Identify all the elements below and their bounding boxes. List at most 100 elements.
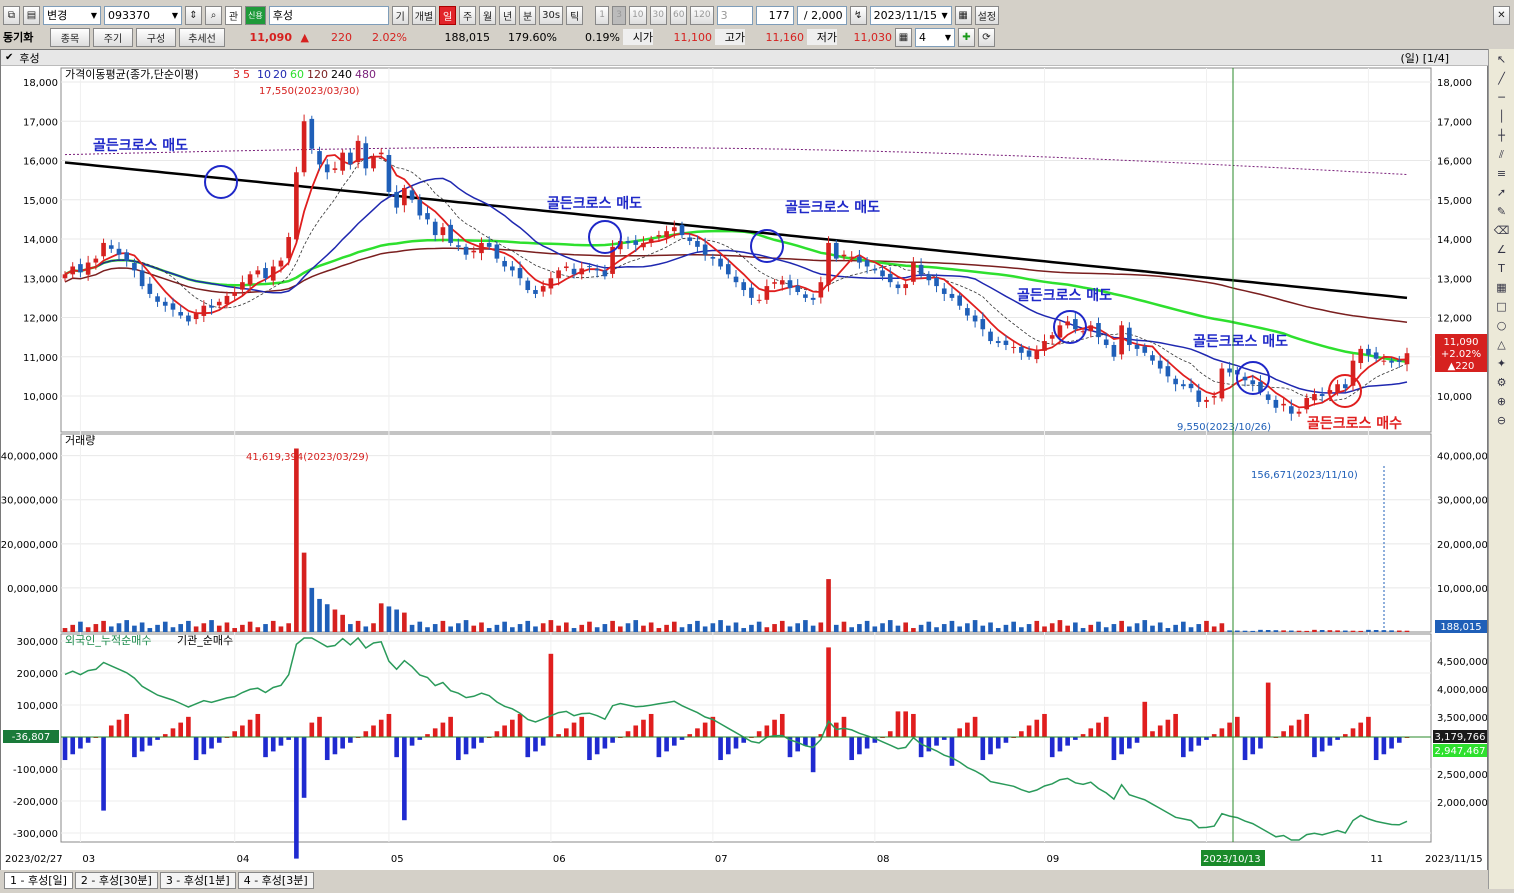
candle-body xyxy=(548,278,554,289)
investor-bar xyxy=(702,722,708,737)
chart-svg[interactable]: 18,000 18,000 17,000 17,000 16,000 16,000 15,0… xyxy=(1,66,1487,872)
candle-body xyxy=(1296,411,1302,414)
ma-period-20: 20 xyxy=(273,68,287,81)
chart-type-icon[interactable]: ↯ xyxy=(849,5,867,25)
calendar-icon[interactable]: ▦ xyxy=(954,5,972,25)
mode-select[interactable]: 변경 ▼ xyxy=(43,5,101,25)
trendline-button[interactable]: 추세선 xyxy=(179,27,225,47)
volume-bar xyxy=(564,622,569,632)
investor-bar xyxy=(517,713,523,737)
price-y-tick-left: 18,000 xyxy=(23,78,58,89)
volume-bar xyxy=(988,622,993,632)
volume-bar xyxy=(710,623,716,632)
add-icon[interactable]: ✚ xyxy=(958,27,975,47)
volume-bar xyxy=(255,627,261,632)
period-30s-button[interactable]: 30s xyxy=(539,5,564,25)
investor-bar xyxy=(348,737,353,743)
grid-icon[interactable]: ▦ xyxy=(895,27,912,47)
tab-4[interactable]: 4 - 후성[3분] xyxy=(237,871,314,889)
vertical-line-icon[interactable]: │ xyxy=(1493,109,1511,125)
individual-button[interactable]: 개별 xyxy=(411,5,437,25)
price-y-tick-right: 10,000 xyxy=(1437,392,1472,403)
volume-bar xyxy=(1073,622,1078,632)
tab-3[interactable]: 3 - 후성[1분] xyxy=(159,871,236,889)
gi-button[interactable]: 기 xyxy=(391,5,409,25)
gusung-button[interactable]: 구성 xyxy=(136,27,176,47)
num-30-button[interactable]: 30 xyxy=(649,5,667,25)
refresh-icon[interactable]: ⟳ xyxy=(978,27,995,47)
count-input[interactable]: 177 xyxy=(755,5,794,25)
investor-y-tick-right: 4,000,000 xyxy=(1437,685,1487,696)
stock-code-input[interactable]: 093370 ▼ xyxy=(104,5,182,25)
candle-body xyxy=(456,245,461,247)
jugi-button[interactable]: 주기 xyxy=(93,27,133,47)
volume-bar xyxy=(1211,626,1217,632)
period-week-button[interactable]: 주 xyxy=(459,5,477,25)
period-year-button[interactable]: 년 xyxy=(499,5,517,25)
close-icon[interactable]: ✕ xyxy=(1493,5,1510,25)
investor-bar xyxy=(1381,737,1387,755)
save-icon[interactable]: ▤ xyxy=(23,5,40,25)
grid-count-select[interactable]: 4 ▼ xyxy=(915,27,955,47)
label-tool-icon[interactable]: ✦ xyxy=(1493,356,1511,372)
num-60-button[interactable]: 60 xyxy=(669,5,688,25)
period-month-button[interactable]: 월 xyxy=(479,5,497,25)
num-120-button[interactable]: 120 xyxy=(690,5,714,25)
period-tick-label: 틱 xyxy=(569,11,580,23)
num-10-button[interactable]: 10 xyxy=(629,5,647,25)
arrow-tool-icon[interactable]: ➚ xyxy=(1493,185,1511,201)
rectangle-tool-icon[interactable]: □ xyxy=(1493,299,1511,315)
date-input[interactable]: 2023/11/15 ▼ xyxy=(869,5,952,25)
volume-bar xyxy=(972,620,978,632)
candle-body xyxy=(887,273,893,283)
low-label: 저가 xyxy=(807,29,837,45)
jongmok-button[interactable]: 종목 xyxy=(50,27,90,47)
channel-tool-icon[interactable]: ⫽ xyxy=(1493,147,1511,163)
zoom-out-icon[interactable]: ⊖ xyxy=(1493,413,1511,429)
investor-bar xyxy=(918,737,924,758)
circle-tool-icon[interactable]: ○ xyxy=(1493,318,1511,334)
num-custom-input[interactable]: 3 xyxy=(716,5,753,25)
investor-bar xyxy=(1157,725,1163,737)
settings-tool-icon[interactable]: ⚙ xyxy=(1493,375,1511,391)
settings-button[interactable]: 설정 xyxy=(974,5,1000,25)
fibonacci-icon[interactable]: ≡ xyxy=(1493,166,1511,182)
price-y-tick-left: 13,000 xyxy=(23,274,58,285)
candle-body xyxy=(425,213,430,220)
investor-bar xyxy=(1304,713,1310,737)
period-day-button[interactable]: 일 xyxy=(439,5,457,25)
zoom-in-icon[interactable]: ⊕ xyxy=(1493,394,1511,410)
window-icon[interactable]: ⧉ xyxy=(3,5,20,25)
cursor-tool-icon[interactable]: ↖ xyxy=(1493,52,1511,68)
search-icon[interactable]: ⌕ xyxy=(205,5,222,25)
candle-body xyxy=(517,268,523,279)
cross-line-icon[interactable]: ┼ xyxy=(1493,128,1511,144)
period-tick-button[interactable]: 틱 xyxy=(566,5,584,25)
chart-area[interactable]: ✔ 후성 (일) [1/4] 18,000 18,000 17,000 17,000 1… xyxy=(0,49,1489,872)
eraser-icon[interactable]: ⌫ xyxy=(1493,223,1511,239)
text-tool-icon[interactable]: T xyxy=(1493,261,1511,277)
num-3-button[interactable]: 3 xyxy=(612,5,627,25)
candle-body xyxy=(594,268,600,271)
num-1-button[interactable]: 1 xyxy=(595,5,610,25)
triangle-tool-icon[interactable]: △ xyxy=(1493,337,1511,353)
period-minute-button[interactable]: 분 xyxy=(519,5,537,25)
line-tool-icon[interactable]: ╱ xyxy=(1493,71,1511,87)
stock-name-field[interactable]: 후성 xyxy=(268,5,389,25)
tab-2[interactable]: 2 - 후성[30분] xyxy=(74,871,158,889)
institution-legend: 기관_순매수 xyxy=(177,634,233,647)
pen-tool-icon[interactable]: ✎ xyxy=(1493,204,1511,220)
angle-tool-icon[interactable]: ∠ xyxy=(1493,242,1511,258)
volume-bar xyxy=(132,625,137,632)
price-y-tick-left: 14,000 xyxy=(23,235,58,246)
grid-tool-icon[interactable]: ▦ xyxy=(1493,280,1511,296)
tab-1[interactable]: 1 - 후성[일] xyxy=(4,871,73,889)
volume-bar xyxy=(895,625,901,632)
gwan-button[interactable]: 관 xyxy=(225,5,242,25)
volume-bar xyxy=(548,620,554,632)
investor-bar xyxy=(85,737,91,743)
updown-icon[interactable]: ⇕ xyxy=(185,5,202,25)
candle-body xyxy=(1127,327,1132,345)
horizontal-line-icon[interactable]: ─ xyxy=(1493,90,1511,106)
check-icon[interactable]: ✔ xyxy=(5,52,13,63)
